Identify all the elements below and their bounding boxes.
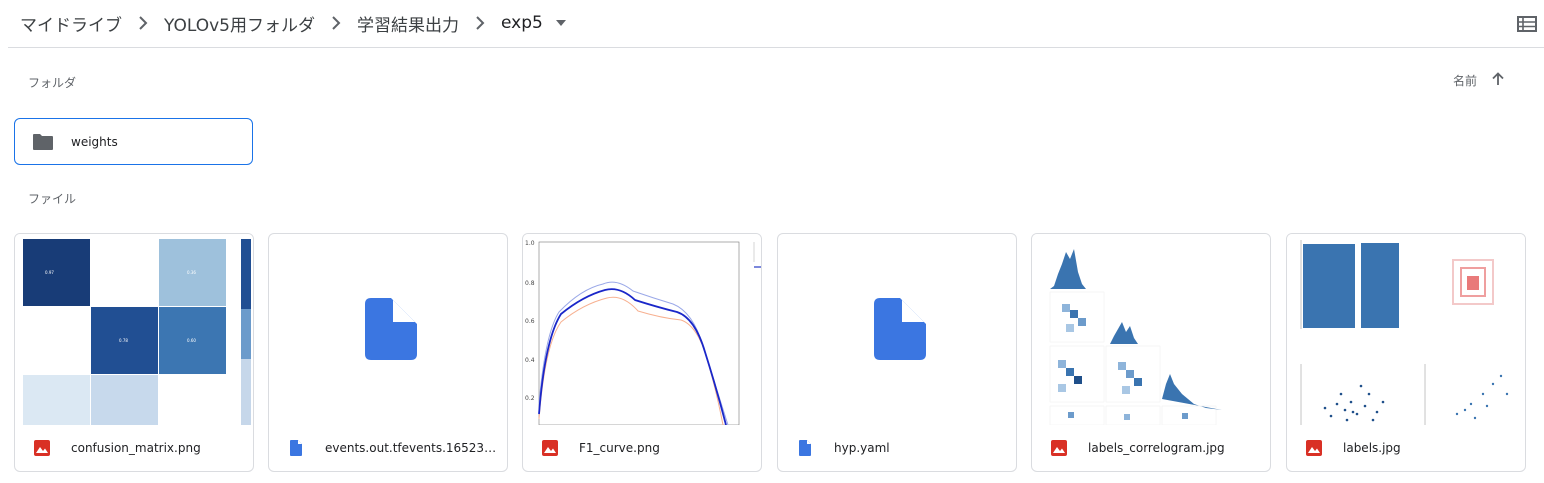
list-view-icon[interactable] xyxy=(1516,13,1538,35)
file-card-tfevents[interactable]: events.out.tfevents.165230… xyxy=(268,233,508,472)
folder-icon xyxy=(32,133,54,151)
file-thumbnail xyxy=(1287,234,1525,425)
document-file-icon xyxy=(874,298,926,360)
file-card-labels[interactable]: labels.jpg xyxy=(1286,233,1526,472)
file-name: F1_curve.png xyxy=(579,441,660,455)
breadcrumb-current-folder[interactable]: exp5 xyxy=(497,13,547,33)
image-file-icon xyxy=(34,440,50,456)
breadcrumb: マイドライブ YOLOv5用フォルダ 学習結果出力 exp5 xyxy=(16,0,575,46)
file-card-confusion-matrix[interactable]: 0.97 0.36 0.78 0.60 confusion_matrix.png xyxy=(14,233,254,472)
file-thumbnail xyxy=(1032,234,1270,425)
svg-text:0.6: 0.6 xyxy=(525,318,535,325)
chevron-right-icon xyxy=(463,11,497,35)
image-file-icon xyxy=(542,440,558,456)
svg-text:0.8: 0.8 xyxy=(525,280,535,287)
svg-text:0.36: 0.36 xyxy=(187,270,196,275)
svg-text:1.0: 1.0 xyxy=(525,240,535,247)
breadcrumb-training-output[interactable]: 学習結果出力 xyxy=(353,11,463,36)
file-name: labels.jpg xyxy=(1343,441,1401,455)
sort-by-name-label[interactable]: 名前 xyxy=(1453,72,1477,89)
document-file-icon xyxy=(797,440,813,456)
top-bar: マイドライブ YOLOv5用フォルダ 学習結果出力 exp5 xyxy=(0,0,1544,48)
file-thumbnail xyxy=(269,234,507,425)
file-card-hyp-yaml[interactable]: hyp.yaml xyxy=(777,233,1017,472)
arrow-up-icon[interactable] xyxy=(1489,70,1507,88)
header-divider xyxy=(8,47,1544,48)
file-card-f1-curve[interactable]: 1.0 0.8 0.6 0.4 0.2 F1_curve.png xyxy=(522,233,762,472)
chevron-right-icon xyxy=(126,11,160,35)
file-card-labels-correlogram[interactable]: labels_correlogram.jpg xyxy=(1031,233,1271,472)
svg-text:0.97: 0.97 xyxy=(45,270,54,275)
file-thumbnail: 0.97 0.36 0.78 0.60 xyxy=(15,234,253,425)
chevron-right-icon xyxy=(319,11,353,35)
svg-text:0.78: 0.78 xyxy=(119,338,128,343)
files-section-label: ファイル xyxy=(28,192,77,206)
caret-down-icon[interactable] xyxy=(547,11,575,35)
file-name: hyp.yaml xyxy=(834,441,890,455)
file-thumbnail: 1.0 0.8 0.6 0.4 0.2 xyxy=(523,234,761,425)
breadcrumb-yolov5-folder[interactable]: YOLOv5用フォルダ xyxy=(160,11,319,36)
svg-text:0.4: 0.4 xyxy=(525,357,535,364)
file-thumbnail xyxy=(778,234,1016,425)
folder-item-weights[interactable]: weights xyxy=(14,118,253,165)
folder-name: weights xyxy=(71,134,118,149)
document-file-icon xyxy=(288,440,304,456)
image-file-icon xyxy=(1051,440,1067,456)
document-file-icon xyxy=(365,298,417,360)
file-name: labels_correlogram.jpg xyxy=(1088,441,1225,455)
folders-section-label: フォルダ xyxy=(28,76,77,90)
file-name: events.out.tfevents.165230… xyxy=(325,441,500,455)
svg-text:0.2: 0.2 xyxy=(525,395,535,402)
image-file-icon xyxy=(1306,440,1322,456)
svg-text:0.60: 0.60 xyxy=(187,338,196,343)
breadcrumb-my-drive[interactable]: マイドライブ xyxy=(16,11,126,36)
file-name: confusion_matrix.png xyxy=(71,441,201,455)
